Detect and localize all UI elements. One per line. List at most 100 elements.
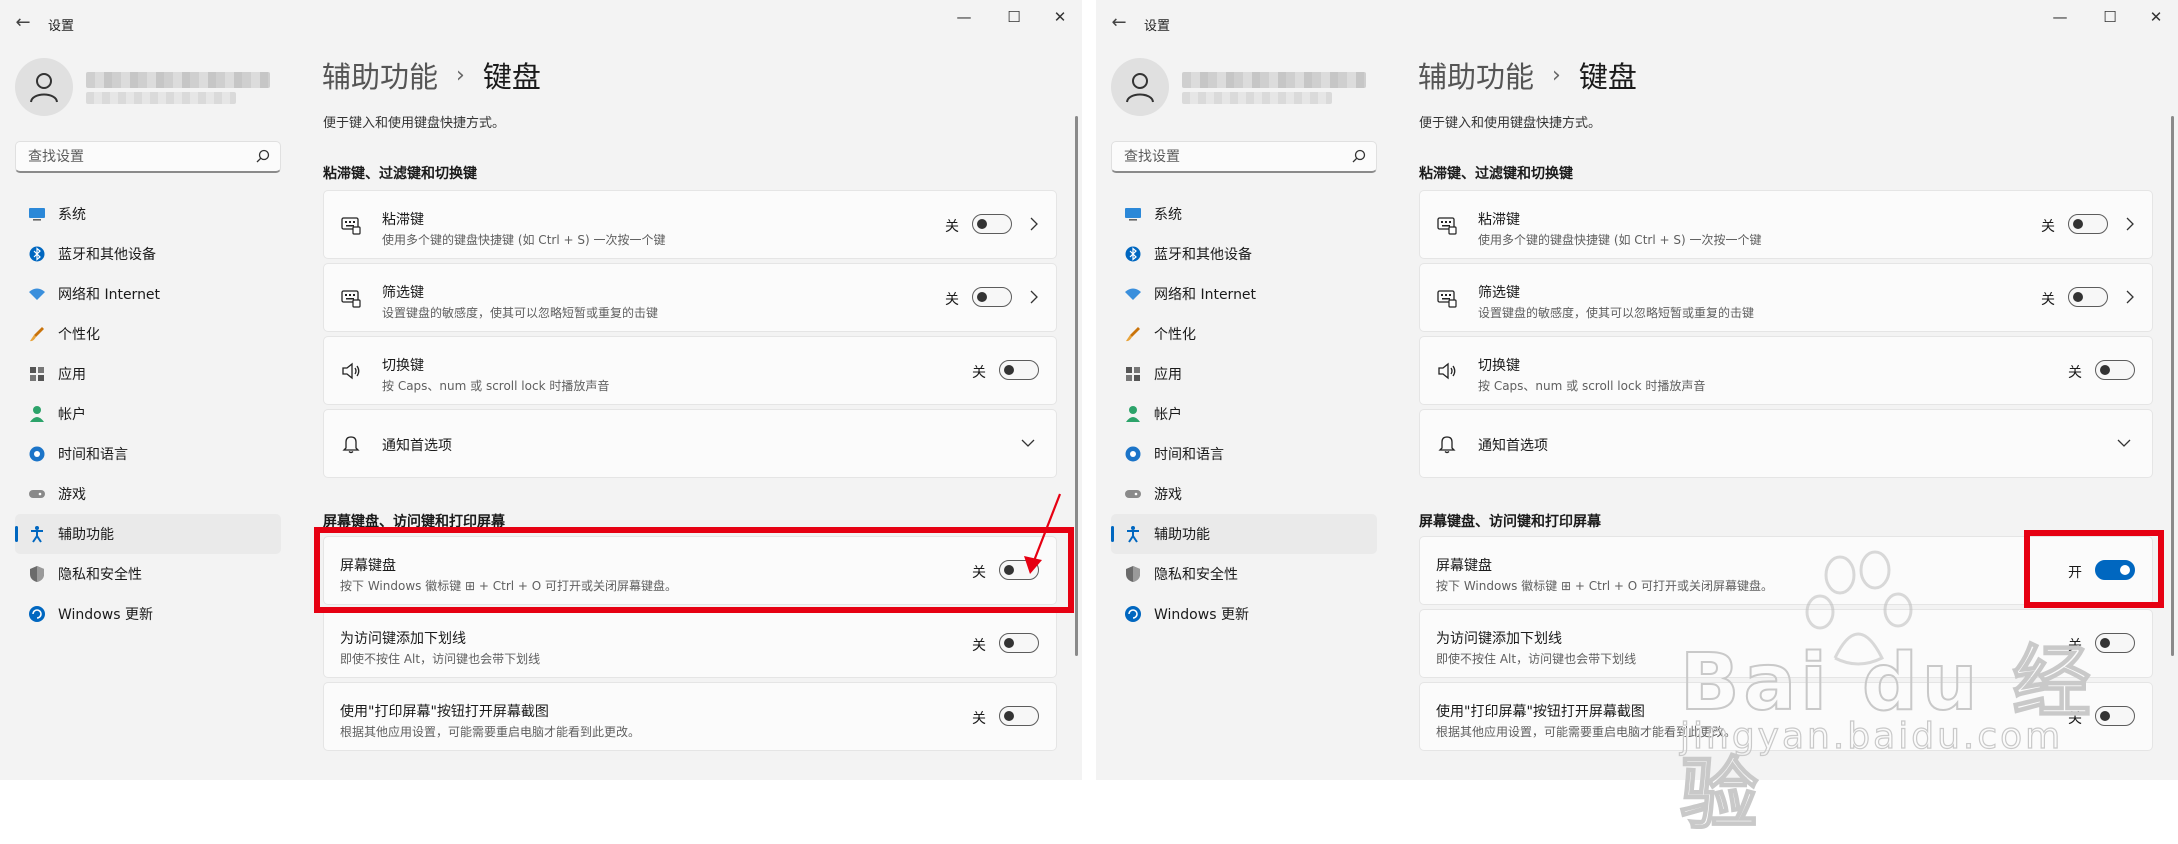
avatar[interactable]: [1111, 58, 1169, 116]
search-icon[interactable]: [1352, 148, 1366, 167]
back-arrow-icon[interactable]: ←: [12, 12, 34, 34]
sidebar-item-brush[interactable]: 个性化: [15, 314, 281, 354]
apps-icon: [28, 365, 46, 383]
sidebar-item-accessibility[interactable]: 辅助功能: [1111, 514, 1377, 554]
toggle-knob: [977, 292, 987, 302]
search-input[interactable]: [1122, 148, 1346, 166]
back-arrow-icon[interactable]: ←: [1108, 12, 1130, 34]
chevron-down-icon[interactable]: [1020, 431, 1036, 455]
sidebar-item-bluetooth[interactable]: 蓝牙和其他设备: [15, 234, 281, 274]
sidebar-item-system[interactable]: 系统: [1111, 194, 1377, 234]
chevron-right-icon[interactable]: [1026, 285, 1042, 309]
sidebar-item-label: 系统: [1154, 207, 1182, 223]
setting-notification-prefs[interactable]: 通知首选项: [1419, 409, 2153, 478]
sidebar-item-apps[interactable]: 应用: [1111, 354, 1377, 394]
sidebar-item-wifi[interactable]: 网络和 Internet: [15, 274, 281, 314]
maximize-icon[interactable]: ☐: [2088, 6, 2132, 28]
setting-sticky-keys[interactable]: 粘滞键 使用多个键的键盘快捷键 (如 Ctrl + S) 一次按一个键 关: [1419, 190, 2153, 259]
setting-description: 即使不按住 Alt，访问键也会带下划线: [340, 652, 541, 666]
toggle-knob: [1004, 365, 1014, 375]
sidebar-item-shield[interactable]: 隐私和安全性: [1111, 554, 1377, 594]
wifi-icon: [28, 285, 46, 303]
toggle-switch[interactable]: [999, 706, 1039, 726]
chevron-right-icon[interactable]: [2122, 212, 2138, 236]
scrollbar[interactable]: [1075, 116, 1078, 656]
sidebar-item-shield[interactable]: 隐私和安全性: [15, 554, 281, 594]
sidebar-item-label: 时间和语言: [1154, 447, 1224, 463]
breadcrumb-parent[interactable]: 辅助功能: [322, 54, 438, 96]
toggle-switch[interactable]: [999, 633, 1039, 653]
sidebar-item-gamepad[interactable]: 游戏: [1111, 474, 1377, 514]
sidebar-item-system[interactable]: 系统: [15, 194, 281, 234]
setting-underline-access-keys[interactable]: 为访问键添加下划线 即使不按住 Alt，访问键也会带下划线 关: [323, 609, 1057, 678]
setting-description: 设置键盘的敏感度，使其可以忽略短暂或重复的击键: [382, 306, 659, 320]
search-input[interactable]: [26, 148, 250, 166]
sidebar-item-label: 时间和语言: [58, 447, 128, 463]
sidebar-item-update[interactable]: Windows 更新: [15, 594, 281, 634]
setting-sticky-keys[interactable]: 粘滞键 使用多个键的键盘快捷键 (如 Ctrl + S) 一次按一个键 关: [323, 190, 1057, 259]
sidebar-item-wifi[interactable]: 网络和 Internet: [1111, 274, 1377, 314]
close-icon[interactable]: ✕: [1038, 6, 1082, 28]
sidebar-item-apps[interactable]: 应用: [15, 354, 281, 394]
wifi-icon: [1124, 285, 1142, 303]
avatar[interactable]: [15, 58, 73, 116]
sidebar-item-label: 帐户: [58, 407, 86, 423]
update-icon: [28, 605, 46, 623]
sidebar-item-brush[interactable]: 个性化: [1111, 314, 1377, 354]
search-icon[interactable]: [256, 148, 270, 167]
chevron-right-icon[interactable]: [2122, 285, 2138, 309]
chevron-down-icon[interactable]: [2116, 431, 2132, 455]
setting-filter-keys[interactable]: 筛选键 设置键盘的敏感度，使其可以忽略短暂或重复的击键 关: [323, 263, 1057, 332]
breadcrumb-parent[interactable]: 辅助功能: [1418, 54, 1534, 96]
sidebar-item-globe-clock[interactable]: 时间和语言: [15, 434, 281, 474]
accessibility-icon: [28, 525, 46, 543]
scrollbar[interactable]: [2171, 116, 2174, 656]
sidebar-item-label: 网络和 Internet: [58, 287, 161, 303]
sidebar-item-globe-clock[interactable]: 时间和语言: [1111, 434, 1377, 474]
breadcrumb: 辅助功能 › 键盘: [1418, 54, 1637, 96]
setting-filter-keys[interactable]: 筛选键 设置键盘的敏感度，使其可以忽略短暂或重复的击键 关: [1419, 263, 2153, 332]
close-icon[interactable]: ✕: [2134, 6, 2178, 28]
minimize-icon[interactable]: —: [2038, 6, 2082, 28]
toggle-switch[interactable]: [2095, 360, 2135, 380]
setting-toggle-keys[interactable]: 切换键按 Caps、num 或 scroll lock 时播放声音 关: [1419, 336, 2153, 405]
sidebar-item-gamepad[interactable]: 游戏: [15, 474, 281, 514]
setting-description: 按 Caps、num 或 scroll lock 时播放声音: [1478, 379, 1706, 393]
toggle-switch[interactable]: [2068, 287, 2108, 307]
gamepad-icon: [1124, 485, 1142, 503]
sidebar-nav: 系统 蓝牙和其他设备网络和 Internet 个性化 应用帐户时间和语言游戏 辅助功能隐…: [15, 194, 281, 634]
toggle-switch[interactable]: [2068, 214, 2108, 234]
sidebar-item-update[interactable]: Windows 更新: [1111, 594, 1377, 634]
setting-title: 使用"打印屏幕"按钮打开屏幕截图: [1436, 704, 1645, 720]
bell-icon: [341, 434, 361, 454]
sidebar-item-account[interactable]: 帐户: [1111, 394, 1377, 434]
sidebar-item-accessibility[interactable]: 辅助功能: [15, 514, 281, 554]
setting-description: 使用多个键的键盘快捷键 (如 Ctrl + S) 一次按一个键: [1478, 233, 1762, 247]
sidebar-item-bluetooth[interactable]: 蓝牙和其他设备: [1111, 234, 1377, 274]
setting-description: 即使不按住 Alt，访问键也会带下划线: [1436, 652, 1637, 666]
watermark-url: jingyan.baidu.com: [1679, 715, 2064, 757]
chevron-right-icon[interactable]: [1026, 212, 1042, 236]
toggle-knob: [977, 219, 987, 229]
user-icon: [1126, 73, 1154, 103]
setting-toggle-keys[interactable]: 切换键按 Caps、num 或 scroll lock 时播放声音 关: [323, 336, 1057, 405]
search-box[interactable]: [1111, 141, 1377, 173]
setting-title: 粘滞键: [1478, 212, 1520, 228]
maximize-icon[interactable]: ☐: [992, 6, 1036, 28]
breadcrumb: 辅助功能 › 键盘: [322, 54, 541, 96]
account-name-blurred: [86, 72, 270, 88]
setting-title: 切换键: [382, 358, 424, 374]
shield-icon: [28, 565, 46, 583]
search-box[interactable]: [15, 141, 281, 173]
toggle-switch[interactable]: [972, 287, 1012, 307]
toggle-switch[interactable]: [972, 214, 1012, 234]
section-heading-filter-keys: 粘滞键、过滤键和切换键: [323, 166, 477, 182]
page-description: 便于键入和使用键盘快捷方式。: [1419, 116, 1602, 131]
sidebar-item-label: 应用: [1154, 367, 1182, 383]
toggle-switch[interactable]: [999, 360, 1039, 380]
minimize-icon[interactable]: —: [942, 6, 986, 28]
setting-notification-prefs[interactable]: 通知首选项: [323, 409, 1057, 478]
sidebar-item-account[interactable]: 帐户: [15, 394, 281, 434]
toggle-state-label: 关: [945, 219, 959, 235]
setting-print-screen-snip[interactable]: 使用"打印屏幕"按钮打开屏幕截图 根据其他应用设置，可能需要重启电脑才能看到此更改…: [323, 682, 1057, 751]
